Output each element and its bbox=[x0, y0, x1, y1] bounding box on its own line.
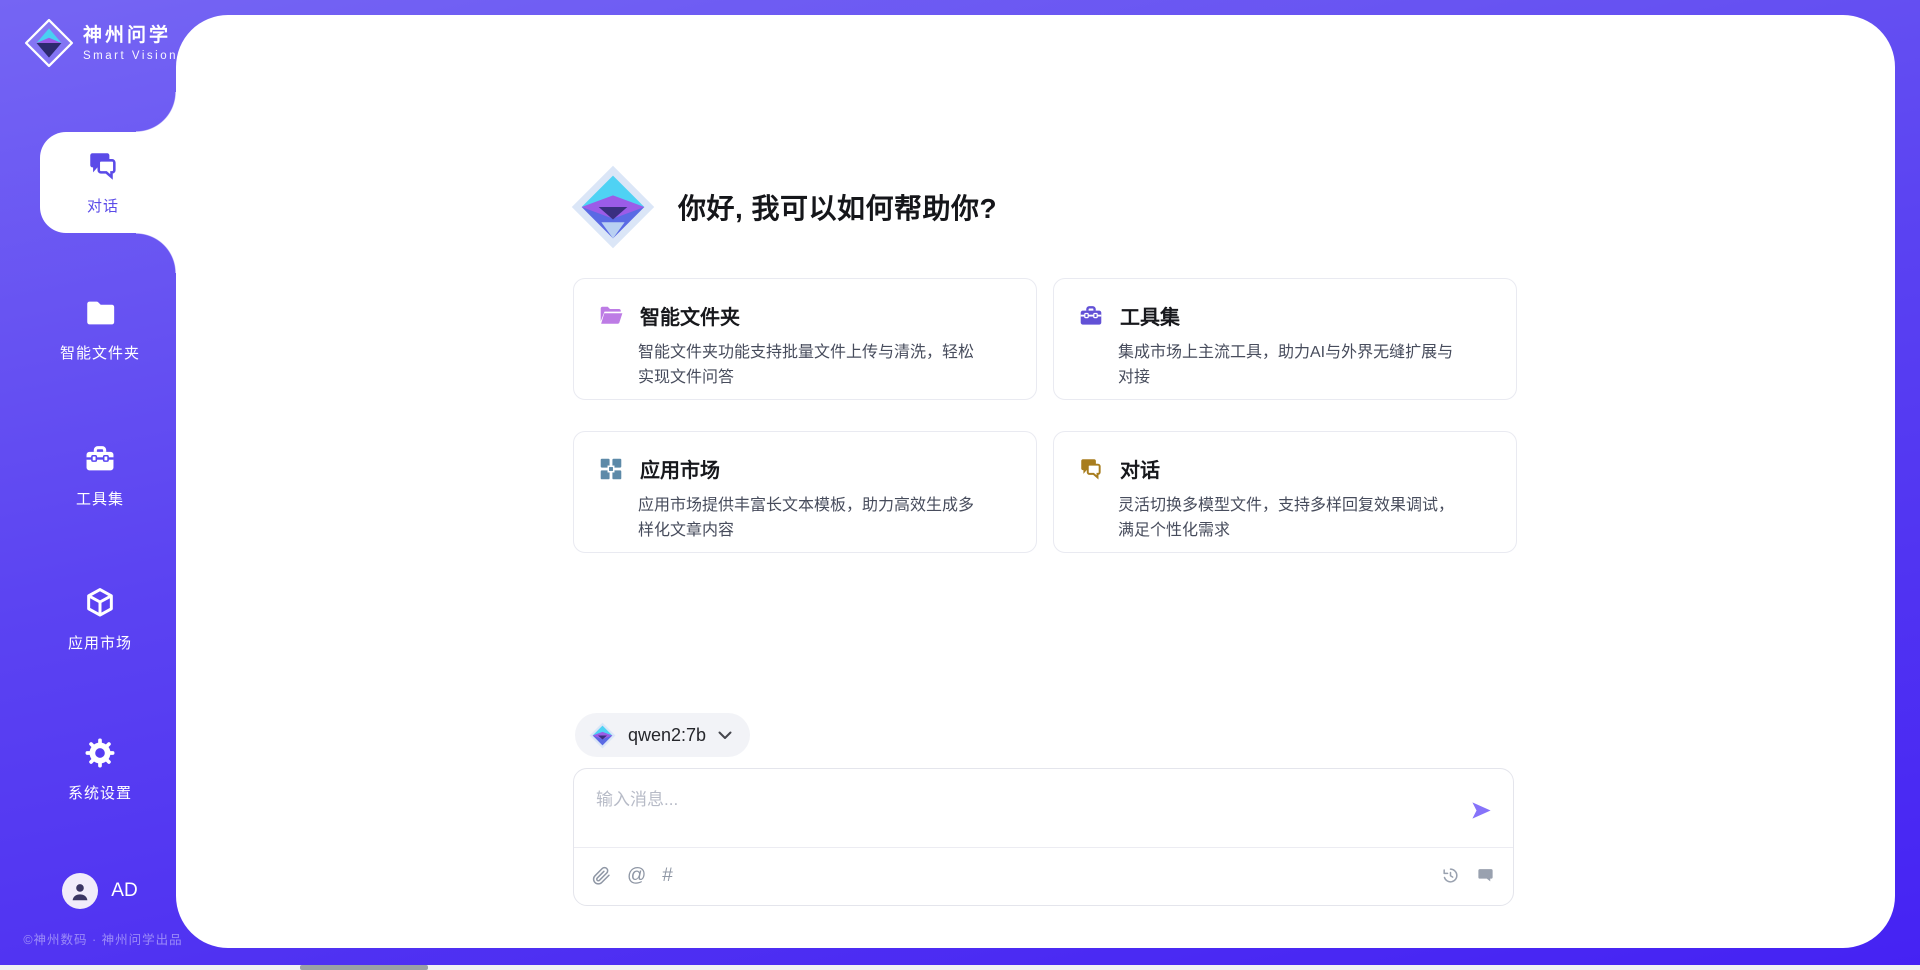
composer-divider bbox=[574, 847, 1513, 848]
user-profile[interactable]: AD bbox=[20, 873, 180, 909]
brand-logo: 神州问学 Smart Vision bbox=[24, 18, 178, 68]
folder-icon bbox=[83, 296, 117, 330]
hashtag-button[interactable]: # bbox=[662, 866, 673, 886]
history-icon bbox=[1441, 866, 1460, 885]
feature-cards: 智能文件夹 智能文件夹功能支持批量文件上传与清洗，轻松实现文件问答 工具集 集成… bbox=[573, 278, 1517, 553]
sidebar-item-label: 应用市场 bbox=[68, 632, 132, 653]
cube-icon bbox=[83, 586, 117, 620]
message-icon bbox=[1476, 866, 1495, 885]
card-description: 应用市场提供丰富长文本模板，助力高效生成多样化文章内容 bbox=[638, 493, 985, 543]
card-title: 智能文件夹 bbox=[640, 301, 740, 330]
card-toolset[interactable]: 工具集 集成市场上主流工具，助力AI与外界无缝扩展与对接 bbox=[1053, 278, 1517, 400]
card-title: 工具集 bbox=[1120, 301, 1180, 330]
app-window: 神州问学 Smart Vision 对话 智能文件夹 工具集 bbox=[0, 0, 1920, 970]
chat-bubbles-icon bbox=[1078, 456, 1104, 482]
sidebar-item-label: 对话 bbox=[87, 195, 119, 216]
composer-tools-left: @ # bbox=[592, 866, 673, 886]
greeting-text: 你好, 我可以如何帮助你? bbox=[678, 187, 997, 227]
send-icon bbox=[1468, 799, 1495, 822]
main-panel: 你好, 我可以如何帮助你? 智能文件夹 智能文件夹功能支持批量文件上传与清洗，轻… bbox=[176, 15, 1895, 948]
sidebar-item-app-market[interactable]: 应用市场 bbox=[20, 586, 180, 653]
chat-bubbles-icon bbox=[86, 149, 120, 183]
message-input[interactable] bbox=[594, 783, 1438, 843]
message-composer: @ # bbox=[573, 768, 1514, 906]
card-title: 应用市场 bbox=[640, 454, 720, 483]
avatar bbox=[62, 873, 98, 909]
card-title: 对话 bbox=[1120, 454, 1160, 483]
card-app-market[interactable]: 应用市场 应用市场提供丰富长文本模板，助力高效生成多样化文章内容 bbox=[573, 431, 1037, 553]
paperclip-icon bbox=[592, 866, 611, 886]
card-description: 集成市场上主流工具，助力AI与外界无缝扩展与对接 bbox=[1118, 340, 1465, 390]
model-diamond-icon bbox=[589, 722, 616, 749]
sidebar-item-chat[interactable]: 对话 bbox=[40, 132, 176, 233]
folder-open-icon bbox=[598, 303, 624, 329]
card-smart-folder[interactable]: 智能文件夹 智能文件夹功能支持批量文件上传与清洗，轻松实现文件问答 bbox=[573, 278, 1037, 400]
sidebar-item-smart-folder[interactable]: 智能文件夹 bbox=[20, 296, 180, 363]
grid-icon bbox=[598, 456, 624, 482]
chevron-down-icon bbox=[718, 731, 732, 740]
brand-name: 神州问学 bbox=[83, 25, 178, 47]
sidebar-item-label: 工具集 bbox=[76, 488, 124, 509]
attach-button[interactable] bbox=[592, 866, 611, 886]
person-icon bbox=[67, 878, 93, 904]
briefcase-icon bbox=[83, 442, 117, 476]
brand-diamond-icon bbox=[24, 18, 74, 68]
feedback-button[interactable] bbox=[1476, 866, 1495, 885]
active-tab-fillet-bottom bbox=[136, 233, 176, 273]
model-name: qwen2:7b bbox=[628, 725, 706, 746]
sidebar-item-label: 智能文件夹 bbox=[60, 342, 140, 363]
card-chat[interactable]: 对话 灵活切换多模型文件，支持多样回复效果调试，满足个性化需求 bbox=[1053, 431, 1517, 553]
sidebar-item-settings[interactable]: 系统设置 bbox=[20, 736, 180, 803]
send-button[interactable] bbox=[1468, 799, 1495, 827]
scrollbar-thumb[interactable] bbox=[300, 965, 428, 970]
brand-subtitle: Smart Vision bbox=[83, 50, 178, 62]
briefcase-icon bbox=[1078, 303, 1104, 329]
gear-icon bbox=[83, 736, 117, 770]
mention-button[interactable]: @ bbox=[627, 866, 646, 886]
card-description: 智能文件夹功能支持批量文件上传与清洗，轻松实现文件问答 bbox=[638, 340, 985, 390]
composer-tools-right bbox=[1441, 866, 1495, 885]
active-tab-fillet-top bbox=[136, 92, 176, 132]
card-description: 灵活切换多模型文件，支持多样回复效果调试，满足个性化需求 bbox=[1118, 493, 1465, 543]
sidebar-item-label: 系统设置 bbox=[68, 782, 132, 803]
model-selector[interactable]: qwen2:7b bbox=[575, 713, 750, 757]
assistant-diamond-icon bbox=[570, 164, 656, 250]
horizontal-scrollbar bbox=[0, 965, 1920, 970]
greeting-block: 你好, 我可以如何帮助你? bbox=[570, 161, 997, 253]
sidebar-item-toolset[interactable]: 工具集 bbox=[20, 442, 180, 509]
user-initials: AD bbox=[111, 880, 137, 902]
history-button[interactable] bbox=[1441, 866, 1460, 885]
copyright-footer: ©神州数码 · 神州问学出品 bbox=[0, 929, 206, 948]
